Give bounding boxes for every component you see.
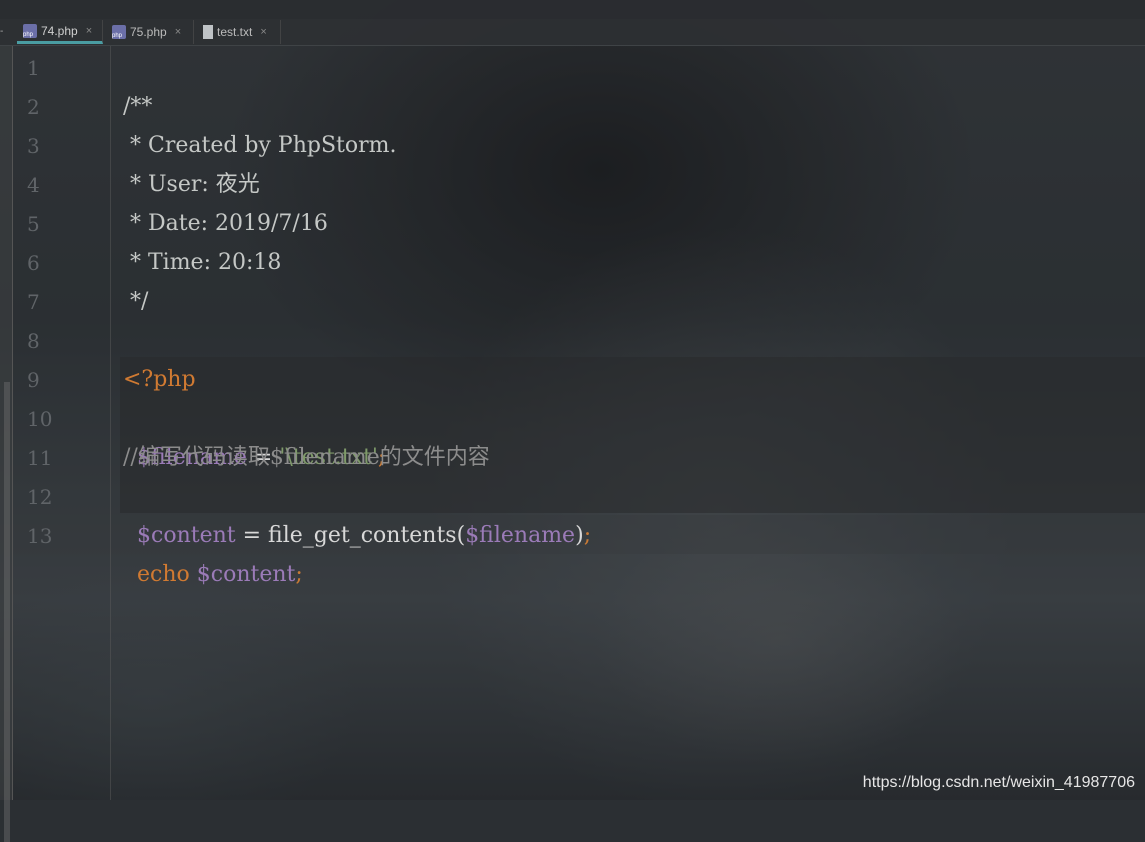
code-line-7[interactable]: */ xyxy=(123,282,148,321)
line-number: 8 xyxy=(27,329,40,353)
code-line-9[interactable]: <?php xyxy=(123,360,196,399)
line-number: 9 xyxy=(27,368,40,392)
line-number: 6 xyxy=(27,251,40,275)
keyword-token: echo xyxy=(137,562,190,587)
paren-token: ) xyxy=(575,523,584,548)
code-line-13[interactable]: echo $content; xyxy=(123,516,303,594)
editor-tab-bar: - 74.php × 75.php × test.txt × xyxy=(0,0,1145,46)
line-number: 11 xyxy=(27,446,53,470)
line-number: 12 xyxy=(27,485,53,509)
php-file-icon xyxy=(112,25,126,40)
collapse-dash[interactable]: - xyxy=(0,26,3,37)
line-number: 10 xyxy=(27,407,53,431)
tab-bar-top-strip xyxy=(0,0,1145,19)
line-number: 5 xyxy=(27,212,40,236)
line-number: 1 xyxy=(27,56,40,80)
tab-74-php[interactable]: 74.php × xyxy=(17,20,103,44)
line-number: 7 xyxy=(27,290,40,314)
code-line-2[interactable]: /** xyxy=(123,87,152,126)
semicolon-token: ; xyxy=(295,562,303,587)
code-line-4[interactable]: * User: 夜光 xyxy=(123,165,260,204)
php-file-icon xyxy=(23,23,37,39)
close-icon[interactable]: × xyxy=(86,25,92,37)
line-number: 2 xyxy=(27,95,40,119)
tab-label: 74.php xyxy=(41,23,78,38)
code-line-6[interactable]: * Time: 20:18 xyxy=(123,243,281,282)
scrollbar-thumb[interactable] xyxy=(4,382,10,842)
line-number: 13 xyxy=(27,524,53,548)
variable-token: $filename xyxy=(465,523,576,548)
text-file-icon xyxy=(203,25,213,39)
close-icon[interactable]: × xyxy=(260,26,266,38)
line-number-gutter[interactable]: 1 2 3 4 5 6 7 8 9 10 11 12 13 xyxy=(13,46,111,800)
line-number: 4 xyxy=(27,173,40,197)
watermark-url: https://blog.csdn.net/weixin_41987706 xyxy=(862,774,1135,791)
code-line-5[interactable]: * Date: 2019/7/16 xyxy=(123,204,328,243)
tab-test-txt[interactable]: test.txt × xyxy=(197,20,281,44)
tab-label: test.txt xyxy=(217,25,253,39)
code-line-11[interactable]: //编写代码读取$filename的文件内容 xyxy=(123,438,490,477)
line-number: 3 xyxy=(27,134,40,158)
semicolon-token: ; xyxy=(583,523,592,548)
code-line-3[interactable]: * Created by PhpStorm. xyxy=(123,126,397,165)
close-icon[interactable]: × xyxy=(175,26,181,38)
tab-label: 75.php xyxy=(130,25,167,39)
tab-75-php[interactable]: 75.php × xyxy=(106,20,194,44)
side-scrollbar[interactable] xyxy=(0,46,13,842)
variable-token: $content xyxy=(196,562,296,587)
